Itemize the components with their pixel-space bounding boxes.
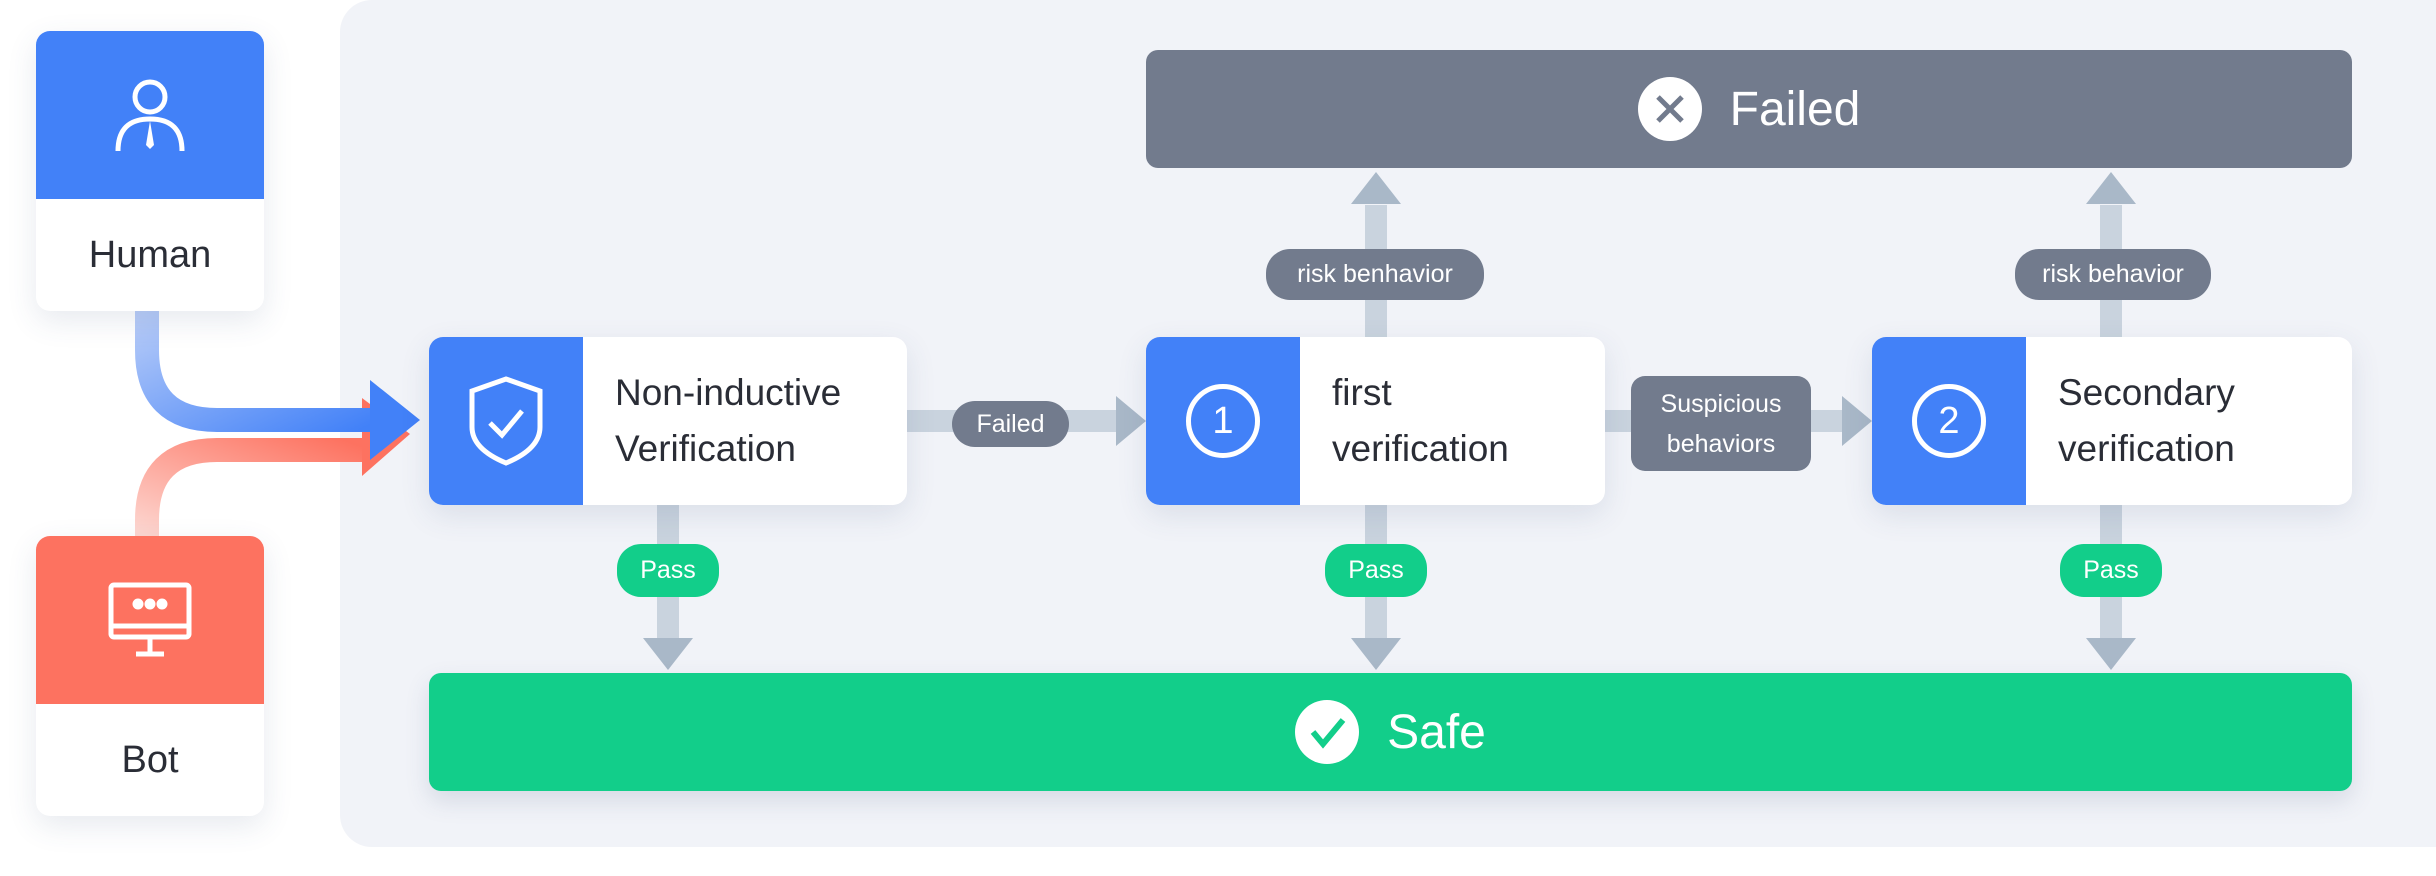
edge-label-pass: Pass <box>617 544 719 597</box>
step-title-line1: Secondary <box>2058 372 2235 413</box>
edge-label-pass: Pass <box>1325 544 1427 597</box>
number-1-icon: 1 <box>1146 337 1300 505</box>
number-2-icon: 2 <box>1872 337 2026 505</box>
step-first-verification: 1 first verification <box>1146 337 1605 505</box>
edge-label-failed: Failed <box>952 401 1069 447</box>
arrowhead <box>1842 396 1872 446</box>
edge-label-pass: Pass <box>2060 544 2162 597</box>
step-title-line1: first <box>1332 372 1392 413</box>
source-label: Human <box>88 233 212 276</box>
step-title-line1: Non-inductive <box>615 372 842 413</box>
failed-label: Failed <box>1729 82 1861 136</box>
edge-label-line: Suspicious <box>1660 389 1782 418</box>
monitor-icon <box>36 536 264 704</box>
safe-label: Safe <box>1387 705 1486 759</box>
edge-label-risk-2: risk behavior <box>2015 249 2211 300</box>
safe-outcome: Safe <box>429 673 2352 791</box>
step-title-line2: Verification <box>615 428 796 469</box>
arrowhead <box>2086 638 2136 670</box>
shield-check-icon <box>429 337 583 505</box>
step-title-line2: verification <box>2058 428 2235 469</box>
arrowhead <box>1351 172 1401 204</box>
source-bot: Bot <box>36 536 264 816</box>
step-secondary-verification: 2 Secondary verification <box>1872 337 2352 505</box>
human-arrowhead <box>370 380 420 460</box>
human-connector <box>135 311 380 432</box>
step-title-line2: verification <box>1332 428 1509 469</box>
arrowhead <box>1351 638 1401 670</box>
edge-label-line: behaviors <box>1666 429 1776 458</box>
arrowhead <box>1116 396 1146 446</box>
person-icon <box>36 31 264 199</box>
bot-connector <box>135 438 370 536</box>
check-circle-icon <box>1295 700 1360 764</box>
source-label: Bot <box>121 738 179 781</box>
edge-label-suspicious: Suspicious behaviors <box>1631 376 1811 471</box>
arrowhead <box>2086 172 2136 204</box>
edge-label-risk-1: risk benhavior <box>1266 249 1484 300</box>
failed-outcome: Failed <box>1146 50 2352 168</box>
step-non-inductive-verification: Non-inductive Verification <box>429 337 907 505</box>
close-circle-icon <box>1637 77 1702 141</box>
source-human: Human <box>36 31 264 311</box>
arrowhead <box>643 638 693 670</box>
